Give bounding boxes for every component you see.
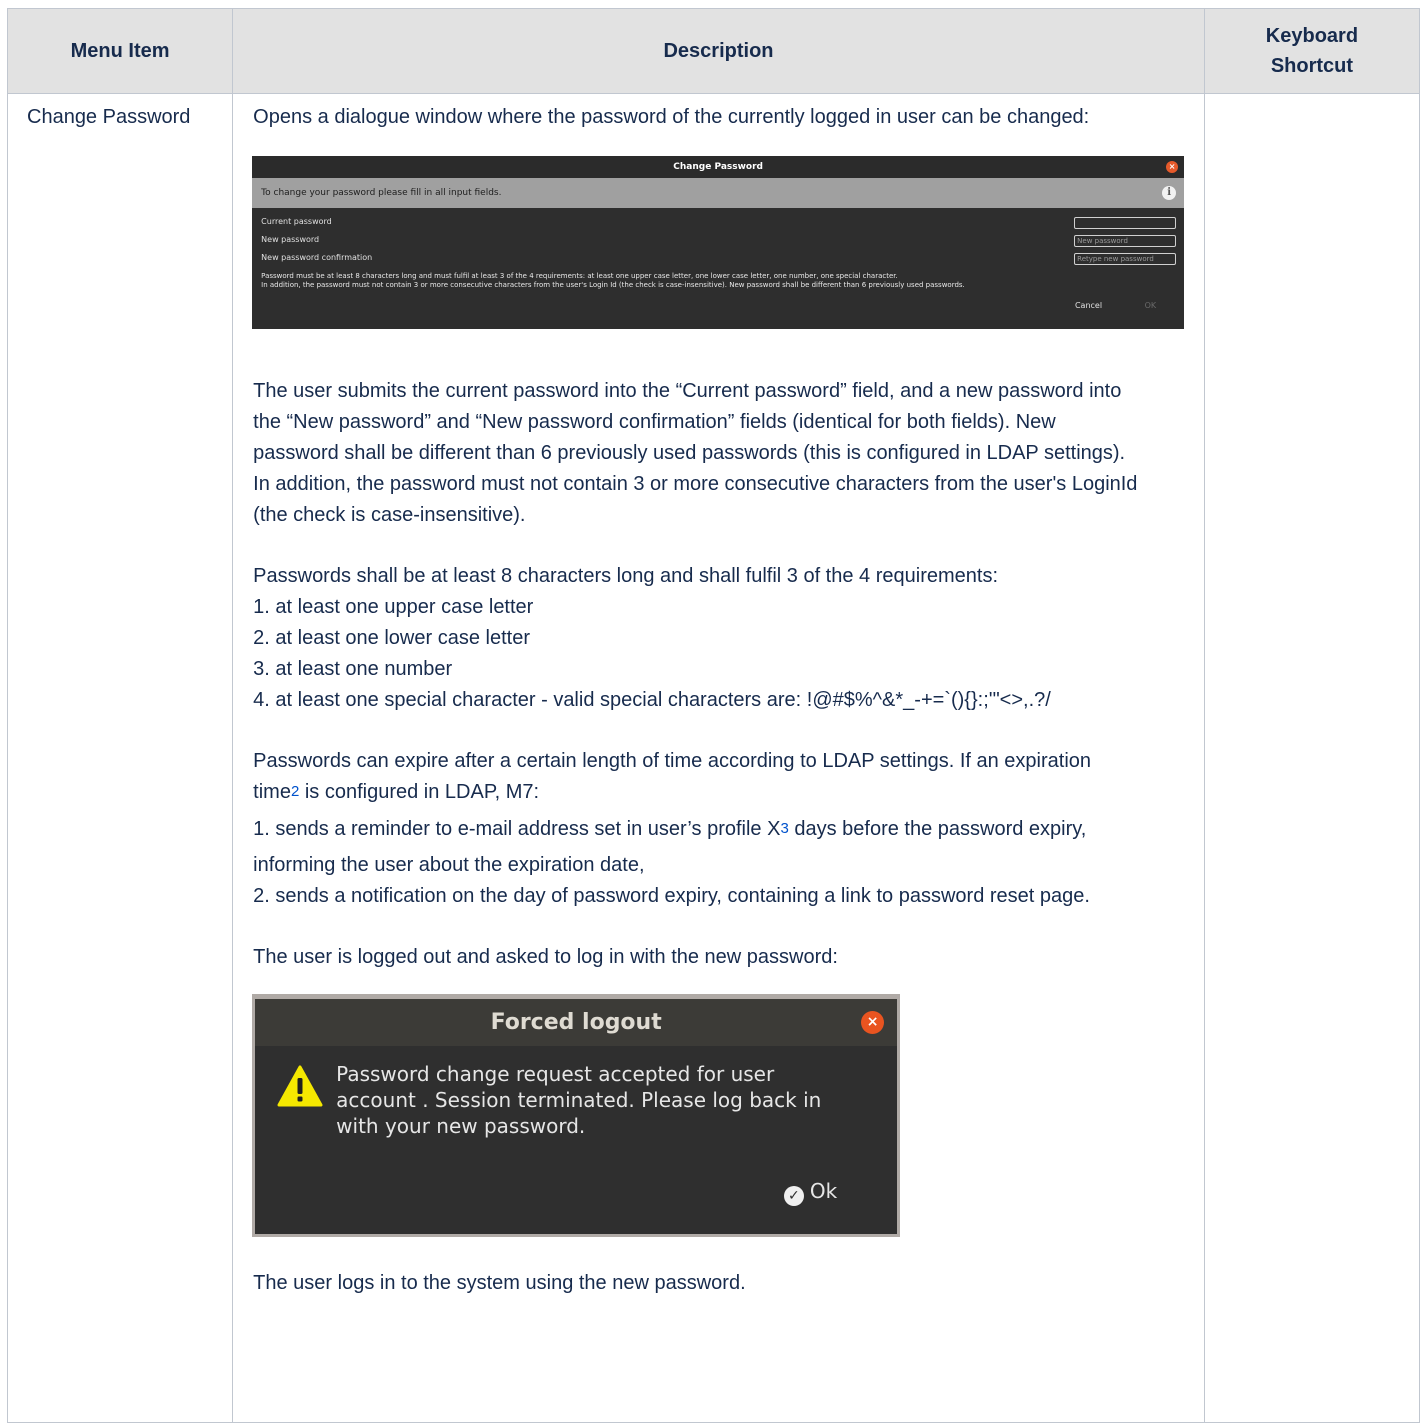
new-password-row: New password New password — [252, 231, 1184, 249]
close-icon[interactable]: × — [861, 1011, 885, 1034]
info-icon: i — [1162, 186, 1177, 200]
new-password-label: New password — [261, 235, 320, 244]
intro-text: Opens a dialogue window where the passwo… — [253, 106, 1090, 128]
expiry-line-2: time2 is configured in LDAP, M7: — [253, 777, 1198, 808]
expiry-item-1-rest: days before the password expiry, — [788, 818, 1087, 840]
message-line-3: with your new password. — [336, 1114, 586, 1138]
cell-description: Opens a dialogue window where the passwo… — [232, 93, 1205, 1423]
dialog-title-bar: Change Password × — [252, 156, 1185, 178]
requirement-item: 3. at least one number — [253, 658, 453, 680]
current-password-row: Current password — [252, 213, 1184, 231]
dialog-buttons: Cancel OK — [1075, 290, 1156, 321]
cell-menu-item: Change Password — [6, 93, 234, 1423]
submit-line-2: the “New password” and “New password con… — [253, 411, 1056, 433]
ok-button[interactable]: ✓ Ok — [783, 1179, 838, 1206]
confirm-password-row: New password confirmation Retype new pas… — [252, 249, 1184, 267]
description-body: The user submits the current password in… — [253, 376, 1198, 973]
expiry-item-1-text: 1. sends a reminder to e-mail address se… — [253, 818, 781, 840]
expiry-item-1-cont: informing the user about the expiration … — [253, 854, 645, 876]
forced-logout-window: Forced logout × Password change request … — [255, 999, 898, 1234]
expiry-line-2-rest: is configured in LDAP, M7: — [299, 781, 540, 803]
expiry-item-1: 1. sends a reminder to e-mail address se… — [253, 814, 1198, 845]
note-line-1: Password must be at least 8 characters l… — [261, 272, 898, 280]
ok-button[interactable]: OK — [1145, 301, 1157, 310]
forced-logout-dialog-image: Forced logout × Password change request … — [252, 994, 901, 1237]
note-line-2: In addition, the password must not conta… — [261, 281, 965, 289]
dialog-info-text: To change your password please fill in a… — [261, 188, 502, 198]
header-description: Description — [232, 8, 1205, 94]
header-keyboard-shortcut-line2: Shortcut — [1270, 55, 1354, 77]
forced-logout-title-bar: Forced logout × — [255, 999, 898, 1046]
expiry-item-2: 2. sends a notification on the day of pa… — [253, 885, 1090, 907]
expiry-line-1: Passwords can expire after a certain len… — [253, 750, 1092, 772]
final-text: The user logs in to the system using the… — [253, 1272, 746, 1294]
requirement-item: 2. at least one lower case letter — [253, 627, 530, 649]
header-menu-item: Menu Item — [6, 8, 234, 94]
submit-line-4: In addition, the password must not conta… — [253, 473, 1138, 495]
forced-logout-message: Password change request accepted for use… — [336, 1061, 866, 1139]
table-header-row: Menu Item Description Keyboard Shortcut — [6, 8, 1421, 94]
cell-keyboard-shortcut — [1203, 93, 1421, 1423]
submit-line-3: password shall be different than 6 previ… — [253, 442, 1126, 464]
forced-logout-title: Forced logout — [490, 1010, 662, 1035]
message-line-1: Password change request accepted for use… — [336, 1062, 775, 1086]
footnote-link-2[interactable]: 2 — [291, 783, 299, 800]
ok-label: Ok — [809, 1179, 838, 1203]
table-row: Change Password Opens a dialogue window … — [6, 93, 1421, 1423]
header-keyboard-shortcut: Keyboard Shortcut — [1203, 8, 1421, 94]
confirm-password-input[interactable]: Retype new password — [1074, 253, 1177, 265]
requirements-intro: Passwords shall be at least 8 characters… — [253, 565, 998, 587]
submit-line-1: The user submits the current password in… — [253, 380, 1122, 402]
confirm-password-label: New password confirmation — [261, 253, 373, 262]
close-icon[interactable]: × — [1166, 161, 1179, 173]
requirement-item: 1. at least one upper case letter — [253, 596, 534, 618]
dialog-info-bar: To change your password please fill in a… — [252, 178, 1185, 208]
footnote-link-3[interactable]: 3 — [780, 820, 788, 837]
current-password-input[interactable] — [1074, 217, 1177, 229]
header-keyboard-shortcut-line1: Keyboard — [1265, 25, 1359, 47]
check-circle-icon: ✓ — [783, 1186, 804, 1206]
change-password-dialog-image: Change Password × To change your passwor… — [252, 156, 1185, 329]
expiry-line-2-text: time — [253, 781, 291, 803]
current-password-label: Current password — [261, 217, 332, 226]
new-password-input[interactable]: New password — [1074, 235, 1177, 247]
menu-items-table: Menu Item Description Keyboard Shortcut … — [6, 8, 1421, 1423]
dialog-title: Change Password — [673, 162, 763, 172]
requirement-item: 4. at least one special character - vali… — [253, 689, 1051, 711]
warning-icon — [277, 1065, 323, 1107]
logout-intro: The user is logged out and asked to log … — [253, 946, 838, 968]
message-line-2: account . Session terminated. Please log… — [336, 1088, 822, 1112]
submit-line-5: (the check is case-insensitive). — [253, 504, 526, 526]
password-requirements-note: Password must be at least 8 characters l… — [252, 267, 1184, 290]
cancel-button[interactable]: Cancel — [1075, 301, 1102, 310]
